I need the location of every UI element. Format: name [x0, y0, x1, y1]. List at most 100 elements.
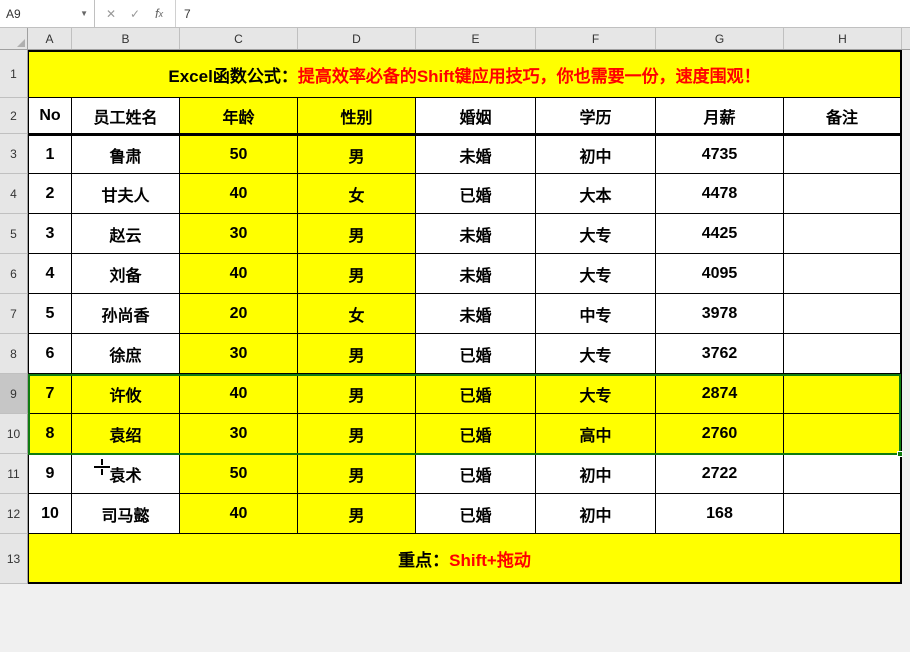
row-header-13[interactable]: 13: [0, 534, 28, 584]
cancel-icon[interactable]: ✕: [101, 4, 121, 24]
cell-name[interactable]: 甘夫人: [72, 174, 180, 214]
header-age[interactable]: 年龄: [180, 98, 298, 134]
cell-name[interactable]: 孙尚香: [72, 294, 180, 334]
row-header-2[interactable]: 2: [0, 98, 28, 134]
cell-note[interactable]: [784, 254, 902, 294]
cell-no[interactable]: 3: [28, 214, 72, 254]
cell-salary[interactable]: 4478: [656, 174, 784, 214]
cell-edu[interactable]: 大专: [536, 214, 656, 254]
header-note[interactable]: 备注: [784, 98, 902, 134]
cell-salary[interactable]: 4095: [656, 254, 784, 294]
header-no[interactable]: No: [28, 98, 72, 134]
cell-note[interactable]: [784, 374, 902, 414]
row-header-7[interactable]: 7: [0, 294, 28, 334]
col-header-G[interactable]: G: [656, 28, 784, 49]
cell-marriage[interactable]: 已婚: [416, 374, 536, 414]
confirm-icon[interactable]: ✓: [125, 4, 145, 24]
cell-no[interactable]: 8: [28, 414, 72, 454]
cell-marriage[interactable]: 已婚: [416, 494, 536, 534]
cell-salary[interactable]: 168: [656, 494, 784, 534]
cell-salary[interactable]: 2760: [656, 414, 784, 454]
cell-name[interactable]: 鲁肃: [72, 134, 180, 174]
row-header-5[interactable]: 5: [0, 214, 28, 254]
header-name[interactable]: 员工姓名: [72, 98, 180, 134]
name-box[interactable]: A9 ▼: [0, 0, 95, 27]
col-header-C[interactable]: C: [180, 28, 298, 49]
cell-marriage[interactable]: 已婚: [416, 334, 536, 374]
cell-age[interactable]: 40: [180, 254, 298, 294]
cell-salary[interactable]: 2722: [656, 454, 784, 494]
header-marriage[interactable]: 婚姻: [416, 98, 536, 134]
row-header-4[interactable]: 4: [0, 174, 28, 214]
cell-no[interactable]: 4: [28, 254, 72, 294]
cell-marriage[interactable]: 已婚: [416, 454, 536, 494]
cell-sex[interactable]: 男: [298, 134, 416, 174]
cell-note[interactable]: [784, 174, 902, 214]
cell-age[interactable]: 40: [180, 374, 298, 414]
dropdown-icon[interactable]: ▼: [80, 9, 88, 18]
row-header-10[interactable]: 10: [0, 414, 28, 454]
col-header-B[interactable]: B: [72, 28, 180, 49]
cell-no[interactable]: 2: [28, 174, 72, 214]
row-header-1[interactable]: 1: [0, 50, 28, 98]
cell-age[interactable]: 30: [180, 334, 298, 374]
fx-icon[interactable]: fx: [149, 4, 169, 24]
cell-no[interactable]: 6: [28, 334, 72, 374]
cell-sex[interactable]: 男: [298, 334, 416, 374]
cell-marriage[interactable]: 未婚: [416, 214, 536, 254]
cell-note[interactable]: [784, 134, 902, 174]
cell-note[interactable]: [784, 334, 902, 374]
col-header-D[interactable]: D: [298, 28, 416, 49]
footer-cell[interactable]: 重点：Shift+拖动: [28, 534, 902, 584]
cell-edu[interactable]: 初中: [536, 134, 656, 174]
cell-edu[interactable]: 初中: [536, 454, 656, 494]
cell-no[interactable]: 1: [28, 134, 72, 174]
cell-edu[interactable]: 大专: [536, 334, 656, 374]
header-edu[interactable]: 学历: [536, 98, 656, 134]
cell-age[interactable]: 40: [180, 174, 298, 214]
cell-sex[interactable]: 男: [298, 454, 416, 494]
cell-edu[interactable]: 初中: [536, 494, 656, 534]
cell-sex[interactable]: 女: [298, 174, 416, 214]
cell-salary[interactable]: 4425: [656, 214, 784, 254]
col-header-E[interactable]: E: [416, 28, 536, 49]
cell-name[interactable]: 赵云: [72, 214, 180, 254]
cell-note[interactable]: [784, 414, 902, 454]
col-header-F[interactable]: F: [536, 28, 656, 49]
col-header-A[interactable]: A: [28, 28, 72, 49]
cell-marriage[interactable]: 未婚: [416, 294, 536, 334]
cell-marriage[interactable]: 未婚: [416, 254, 536, 294]
title-cell[interactable]: Excel函数公式：提高效率必备的Shift键应用技巧，你也需要一份，速度围观！: [28, 50, 902, 98]
cell-name[interactable]: 袁术: [72, 454, 180, 494]
cell-age[interactable]: 50: [180, 134, 298, 174]
cell-note[interactable]: [784, 294, 902, 334]
cell-salary[interactable]: 3978: [656, 294, 784, 334]
cell-sex[interactable]: 男: [298, 414, 416, 454]
cell-note[interactable]: [784, 214, 902, 254]
select-all-corner[interactable]: [0, 28, 28, 49]
cell-age[interactable]: 50: [180, 454, 298, 494]
cell-edu[interactable]: 高中: [536, 414, 656, 454]
row-header-6[interactable]: 6: [0, 254, 28, 294]
cell-salary[interactable]: 2874: [656, 374, 784, 414]
cell-no[interactable]: 5: [28, 294, 72, 334]
cell-age[interactable]: 40: [180, 494, 298, 534]
cell-edu[interactable]: 中专: [536, 294, 656, 334]
cell-edu[interactable]: 大专: [536, 254, 656, 294]
cell-note[interactable]: [784, 494, 902, 534]
cell-edu[interactable]: 大本: [536, 174, 656, 214]
cell-salary[interactable]: 4735: [656, 134, 784, 174]
cell-age[interactable]: 30: [180, 414, 298, 454]
row-header-8[interactable]: 8: [0, 334, 28, 374]
cell-age[interactable]: 20: [180, 294, 298, 334]
cell-sex[interactable]: 男: [298, 494, 416, 534]
formula-input[interactable]: 7: [176, 0, 910, 27]
row-header-3[interactable]: 3: [0, 134, 28, 174]
header-salary[interactable]: 月薪: [656, 98, 784, 134]
cell-name[interactable]: 徐庶: [72, 334, 180, 374]
col-header-H[interactable]: H: [784, 28, 902, 49]
cell-note[interactable]: [784, 454, 902, 494]
cell-sex[interactable]: 女: [298, 294, 416, 334]
cell-name[interactable]: 许攸: [72, 374, 180, 414]
cell-name[interactable]: 袁绍: [72, 414, 180, 454]
